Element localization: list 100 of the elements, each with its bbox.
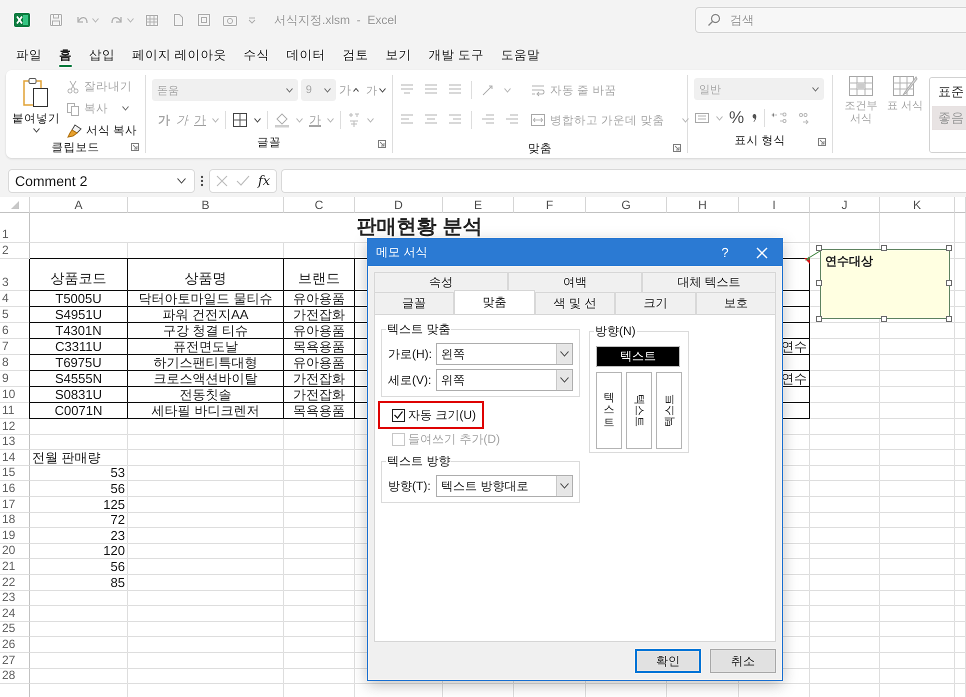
name-box[interactable]: Comment 2 [8, 169, 195, 193]
resize-handle[interactable] [881, 245, 887, 251]
comment-box[interactable]: 연수대상 [820, 249, 950, 319]
dialog-launcher-icon[interactable] [673, 144, 681, 152]
dialog-tab[interactable]: 여백 [508, 272, 642, 292]
enter-icon[interactable] [236, 175, 250, 187]
orientation-option[interactable]: 텍스트 [596, 372, 622, 449]
dialog-button[interactable]: 확인 [635, 649, 701, 673]
row-header[interactable]: 3 [0, 259, 30, 291]
dialog-tab[interactable]: 크기 [615, 292, 696, 314]
row-header[interactable]: 24 [0, 606, 30, 622]
row-header[interactable]: 19 [0, 528, 30, 544]
resize-handle[interactable] [816, 280, 822, 286]
resize-handle[interactable] [881, 316, 887, 322]
column-header[interactable]: I [739, 197, 810, 213]
menu-tab[interactable]: 보기 [385, 43, 412, 67]
insert-function-button[interactable]: fx [258, 174, 270, 188]
row-header[interactable]: 10 [0, 387, 30, 403]
paste-button[interactable]: 붙여넣기 [12, 75, 60, 140]
row-header[interactable]: 23 [0, 590, 30, 606]
row-header[interactable]: 2 [0, 243, 30, 259]
resize-handle[interactable] [946, 280, 952, 286]
row-header[interactable]: 8 [0, 355, 30, 371]
row-header[interactable]: 20 [0, 544, 30, 560]
row-header[interactable]: 15 [0, 466, 30, 482]
row-header[interactable]: 14 [0, 450, 30, 466]
row-header[interactable]: 28 [0, 668, 30, 684]
format-painter-button[interactable]: 서식 복사 [66, 121, 138, 140]
dialog-launcher-icon[interactable] [131, 143, 139, 151]
row-header[interactable]: 21 [0, 559, 30, 575]
column-header[interactable]: H [667, 197, 739, 213]
menu-tab[interactable]: 도움말 [500, 43, 540, 67]
dialog-button[interactable]: 취소 [710, 649, 776, 673]
row-header[interactable]: 9 [0, 371, 30, 387]
column-header[interactable]: K [880, 197, 955, 213]
column-header[interactable] [955, 197, 966, 213]
row-header[interactable]: 25 [0, 622, 30, 638]
dialog-tab[interactable]: 색 및 선 [534, 292, 616, 314]
dialog-tab[interactable]: 글꼴 [374, 292, 454, 314]
menu-tab[interactable]: 수식 [243, 43, 270, 67]
resize-handle[interactable] [816, 245, 822, 251]
dialog-tab[interactable]: 대체 텍스트 [642, 272, 776, 292]
row-header[interactable]: 5 [0, 307, 30, 323]
column-header[interactable]: G [586, 197, 667, 213]
row-header[interactable]: 13 [0, 434, 30, 450]
row-header[interactable]: 26 [0, 637, 30, 653]
increase-decimal-icon[interactable] [771, 111, 788, 125]
print-preview-icon[interactable] [196, 12, 212, 28]
direction-dropdown[interactable]: 텍스트 방향대로 [436, 475, 573, 497]
alignment-dropdown[interactable]: 왼쪽 [436, 343, 573, 365]
row-header[interactable]: 1 [0, 213, 30, 243]
resize-handle[interactable] [946, 245, 952, 251]
dialog-tab[interactable]: 속성 [374, 272, 508, 292]
search-field[interactable]: 검색 [695, 7, 966, 33]
resize-handle[interactable] [816, 316, 822, 322]
dialog-tab[interactable]: 보호 [696, 292, 776, 314]
borders-icon[interactable] [232, 112, 248, 128]
close-icon[interactable] [756, 246, 768, 258]
column-header[interactable]: A [30, 197, 128, 213]
row-header[interactable]: 22 [0, 574, 30, 591]
select-all-corner[interactable] [0, 197, 30, 213]
orientation-option[interactable]: 텍스트 [596, 346, 680, 367]
row-header[interactable]: 18 [0, 512, 30, 528]
menu-tab[interactable]: 홈 [59, 43, 72, 67]
row-header[interactable]: 4 [0, 291, 30, 307]
column-header[interactable]: F [514, 197, 586, 213]
row-header[interactable]: 6 [0, 323, 30, 339]
row-header[interactable]: 12 [0, 419, 30, 435]
orientation-option[interactable]: 텍스트 [656, 372, 682, 449]
resize-handle[interactable] [946, 316, 952, 322]
row-header[interactable]: 27 [0, 652, 30, 668]
alignment-dropdown[interactable]: 위쪽 [436, 369, 573, 391]
checkbox[interactable] [392, 408, 405, 422]
cancel-icon[interactable] [216, 175, 228, 187]
menu-tab[interactable]: 검토 [342, 43, 368, 67]
row-header[interactable]: 7 [0, 339, 30, 355]
menu-tab[interactable]: 페이지 레이아웃 [132, 43, 226, 67]
dialog-launcher-icon[interactable] [378, 140, 386, 148]
column-header[interactable]: C [284, 197, 355, 213]
menu-tab[interactable]: 삽입 [89, 43, 115, 67]
row-header[interactable]: 17 [0, 496, 30, 513]
form-icon[interactable] [144, 12, 160, 28]
currency-icon[interactable] [694, 111, 710, 125]
save-icon[interactable] [48, 12, 64, 28]
dialog-tab[interactable]: 맞춤 [454, 290, 535, 314]
menu-tab[interactable]: 파일 [16, 43, 42, 67]
fill-bucket-icon[interactable] [274, 112, 290, 128]
menu-tab[interactable]: 데이터 [286, 43, 326, 67]
row-header[interactable]: 11 [0, 403, 30, 419]
menu-tab[interactable]: 개발 도구 [428, 43, 484, 67]
formula-input[interactable] [281, 169, 966, 193]
dialog-launcher-icon[interactable] [818, 138, 826, 146]
column-header[interactable]: E [443, 197, 514, 213]
phonetic-guide-icon[interactable] [347, 112, 361, 128]
column-header[interactable]: B [128, 197, 284, 213]
customize-icon[interactable] [248, 16, 256, 24]
row-header[interactable]: 16 [0, 481, 30, 497]
orientation-option[interactable]: 텍스트 [626, 372, 652, 449]
column-header[interactable]: J [810, 197, 880, 213]
column-header[interactable]: D [355, 197, 443, 213]
